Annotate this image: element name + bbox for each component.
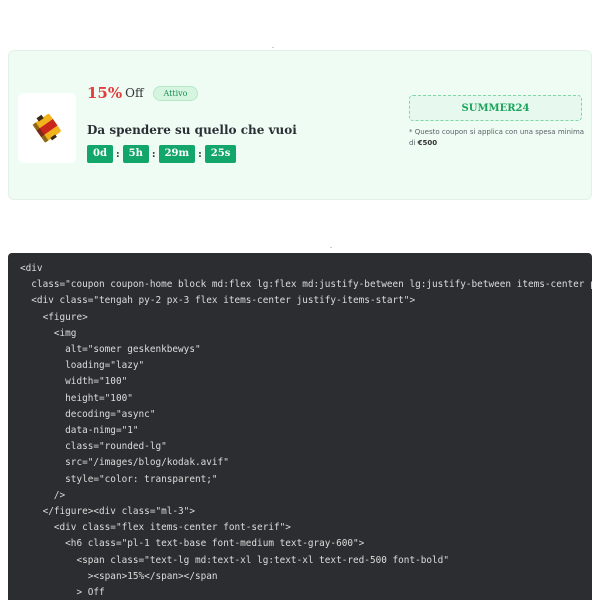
countdown-seconds: 25s — [204, 145, 237, 163]
countdown-timer: 0d : 5h : 29m : 25s — [87, 145, 237, 163]
countdown-minutes: 29m — [158, 145, 196, 163]
code-line: decoding="async" — [20, 408, 156, 420]
minimum-spend-note: * Questo coupon si applica con una spesa… — [409, 127, 587, 149]
code-line: alt="somer geskenkbewys" — [20, 344, 201, 356]
code-line: > Off — [20, 587, 105, 599]
code-line: style="color: transparent;" — [20, 473, 218, 485]
divider-mark — [330, 247, 332, 248]
code-line: data-nimg="1" — [20, 425, 139, 437]
coupon-image — [18, 93, 76, 163]
code-line: loading="lazy" — [20, 360, 145, 372]
countdown-separator: : — [115, 148, 120, 160]
countdown-separator: : — [151, 148, 156, 160]
code-line: </figure><div class="ml-3"> — [20, 506, 195, 518]
code-line: /> — [20, 489, 66, 501]
code-line: <figure> — [20, 311, 88, 323]
film-roll-icon — [32, 114, 61, 143]
note-amount: €500 — [417, 139, 438, 147]
coupon-headline: Da spendere su quello che vuoi — [87, 123, 297, 137]
code-line: height="100" — [20, 392, 133, 404]
code-block: <div class="coupon coupon-home block md:… — [8, 253, 592, 600]
countdown-separator: : — [198, 148, 202, 160]
code-line: <div class="tengah py-2 px-3 flex items-… — [20, 295, 416, 307]
code-line: width="100" — [20, 376, 128, 388]
coupon-card: 15% Off Attivo Da spendere su quello che… — [8, 50, 592, 200]
code-line: class="rounded-lg" — [20, 441, 167, 453]
discount-suffix: Off — [125, 86, 144, 100]
code-line: ><span>15%</span></span — [20, 570, 218, 582]
code-line: <h6 class="pl-1 text-base font-medium te… — [20, 538, 365, 550]
code-line: src="/images/blog/kodak.avif" — [20, 457, 229, 469]
divider-mark — [272, 47, 274, 48]
discount-row: 15% Off Attivo — [87, 84, 199, 102]
discount-percentage: 15% — [87, 84, 123, 102]
coupon-code-button[interactable]: SUMMER24 — [409, 95, 582, 121]
code-line: <span class="text-lg md:text-xl lg:text-… — [20, 554, 449, 566]
code-line: <div class="flex items-center font-serif… — [20, 522, 291, 534]
countdown-hours: 5h — [122, 145, 149, 163]
code-line: <img — [20, 327, 77, 339]
code-line: <div — [20, 263, 43, 274]
status-badge: Attivo — [152, 85, 199, 101]
code-line: class="coupon coupon-home block md:flex … — [20, 279, 592, 291]
countdown-days: 0d — [87, 145, 113, 163]
